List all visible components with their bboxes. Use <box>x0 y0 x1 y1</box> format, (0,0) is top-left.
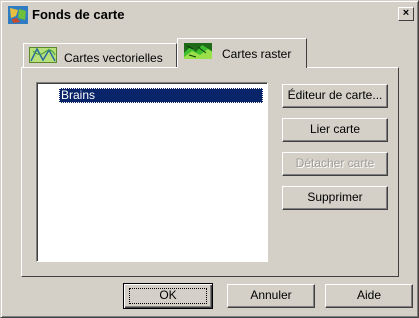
tab-raster-maps-label: Cartes raster <box>222 47 292 61</box>
detach-map-button[interactable]: Détacher carte <box>282 152 388 176</box>
vector-map-icon <box>29 47 57 63</box>
map-app-icon <box>8 6 28 24</box>
ok-button-label: OK <box>159 288 177 302</box>
tab-raster-maps[interactable]: Cartes raster <box>177 38 307 68</box>
ok-button[interactable]: OK <box>123 283 213 309</box>
window-title: Fonds de carte <box>32 7 125 22</box>
cancel-button[interactable]: Annuler <box>227 284 315 308</box>
title-bar[interactable]: Fonds de carte × <box>4 4 415 26</box>
tab-vector-maps-label: Cartes vectorielles <box>64 51 163 65</box>
tab-vector-maps[interactable]: Cartes vectorielles <box>23 43 177 67</box>
list-item[interactable]: Brains <box>59 88 263 103</box>
dialog-window: Fonds de carte × Cartes vectorielles Car… <box>0 0 419 318</box>
help-button[interactable]: Aide <box>325 284 413 308</box>
delete-button[interactable]: Supprimer <box>282 186 388 210</box>
link-map-button[interactable]: Lier carte <box>282 118 388 142</box>
close-button[interactable]: × <box>398 7 414 21</box>
raster-map-icon <box>184 43 212 59</box>
raster-map-list[interactable]: Brains <box>36 82 268 262</box>
raster-maps-panel: Brains Éditeur de carte... Lier carte Dé… <box>21 67 399 277</box>
map-editor-button[interactable]: Éditeur de carte... <box>282 84 388 108</box>
